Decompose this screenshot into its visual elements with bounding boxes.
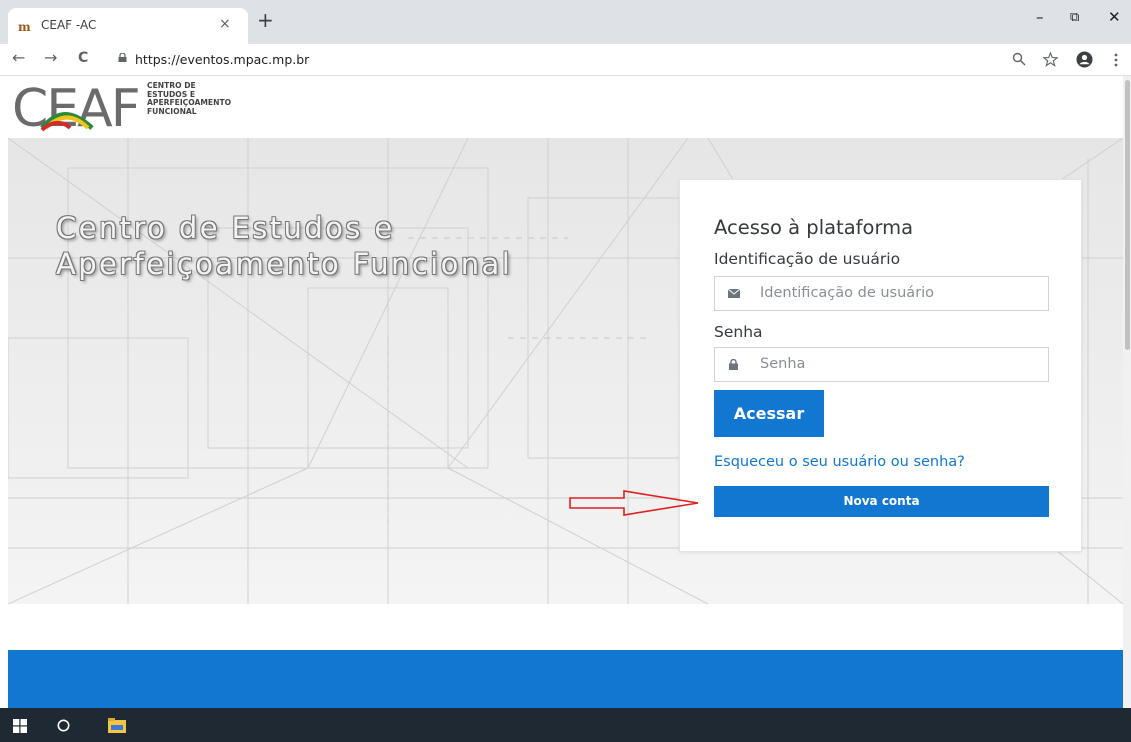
window-restore-button[interactable]: ⧉ (1070, 10, 1079, 25)
zoom-icon[interactable] (1012, 52, 1026, 66)
password-placeholder: Senha (760, 356, 806, 372)
new-account-button[interactable]: Nova conta (714, 486, 1049, 517)
ceaf-logo-mark: CEAF (12, 80, 141, 134)
login-button[interactable]: Acessar (714, 390, 824, 437)
username-input[interactable]: Identificação de usuário (714, 276, 1049, 311)
browser-tab[interactable]: m CEAF -AC × (8, 8, 248, 44)
login-title: Acesso à plataforma (714, 216, 914, 239)
browser-toolbar: ← → C https://eventos.mpac.mp.br (0, 44, 1131, 76)
lock-icon (118, 53, 127, 62)
url-text: https://eventos.mpac.mp.br (135, 52, 310, 67)
footer-band (8, 650, 1123, 708)
ceaf-logo[interactable]: CEAF CENTRO DE ESTUDOS E APERFEIÇOAMENTO… (8, 76, 268, 138)
svg-text:m: m (18, 20, 31, 32)
password-input[interactable]: Senha (714, 347, 1049, 382)
window-minimize-button[interactable]: – (1036, 8, 1044, 26)
windows-taskbar (0, 708, 1131, 742)
search-cortana-icon[interactable] (57, 719, 70, 732)
new-tab-button[interactable]: + (257, 8, 274, 32)
lock-icon (729, 359, 738, 370)
login-card: Acesso à plataforma Identificação de usu… (679, 179, 1082, 552)
browser-tab-bar: m CEAF -AC × + – ⧉ ✕ (0, 0, 1131, 44)
password-addon (715, 348, 754, 381)
logo-text: CENTRO DE ESTUDOS E APERFEIÇOAMENTO FUNC… (147, 81, 231, 116)
scrollbar-thumb[interactable] (1125, 80, 1130, 350)
svg-text:CEAF: CEAF (12, 80, 139, 134)
menu-dots-icon[interactable] (1114, 53, 1118, 67)
site-favicon-icon: m (18, 20, 31, 32)
forgot-password-link[interactable]: Esqueceu o seu usuário ou senha? (714, 454, 965, 470)
username-label: Identificação de usuário (714, 250, 901, 268)
profile-icon[interactable] (1076, 51, 1093, 68)
hero-title-line: Centro de Estudos e (56, 211, 395, 245)
back-arrow-icon[interactable]: ← (12, 48, 25, 67)
password-label: Senha (714, 323, 763, 341)
forward-arrow-icon[interactable]: → (44, 48, 57, 67)
tab-close-icon[interactable]: × (219, 16, 231, 32)
hero-title-line: Aperfeiçoamento Funcional (56, 247, 513, 281)
address-bar[interactable]: https://eventos.mpac.mp.br (110, 47, 1000, 73)
file-explorer-icon[interactable] (108, 718, 126, 733)
window-close-button[interactable]: ✕ (1108, 8, 1121, 26)
envelope-icon (728, 289, 740, 298)
site-header: CEAF CENTRO DE ESTUDOS E APERFEIÇOAMENTO… (8, 76, 1123, 138)
username-addon (715, 277, 754, 310)
tab-title: CEAF -AC (41, 18, 97, 32)
hero-title: Centro de Estudos e Aperfeiçoamento Func… (56, 210, 512, 282)
logo-line: FUNCIONAL (147, 106, 197, 116)
bookmark-star-icon[interactable] (1043, 52, 1058, 67)
windows-start-icon[interactable] (13, 719, 27, 733)
reload-icon[interactable]: C (78, 50, 88, 66)
username-placeholder: Identificação de usuário (760, 285, 935, 301)
annotation-arrow-icon (569, 490, 699, 516)
